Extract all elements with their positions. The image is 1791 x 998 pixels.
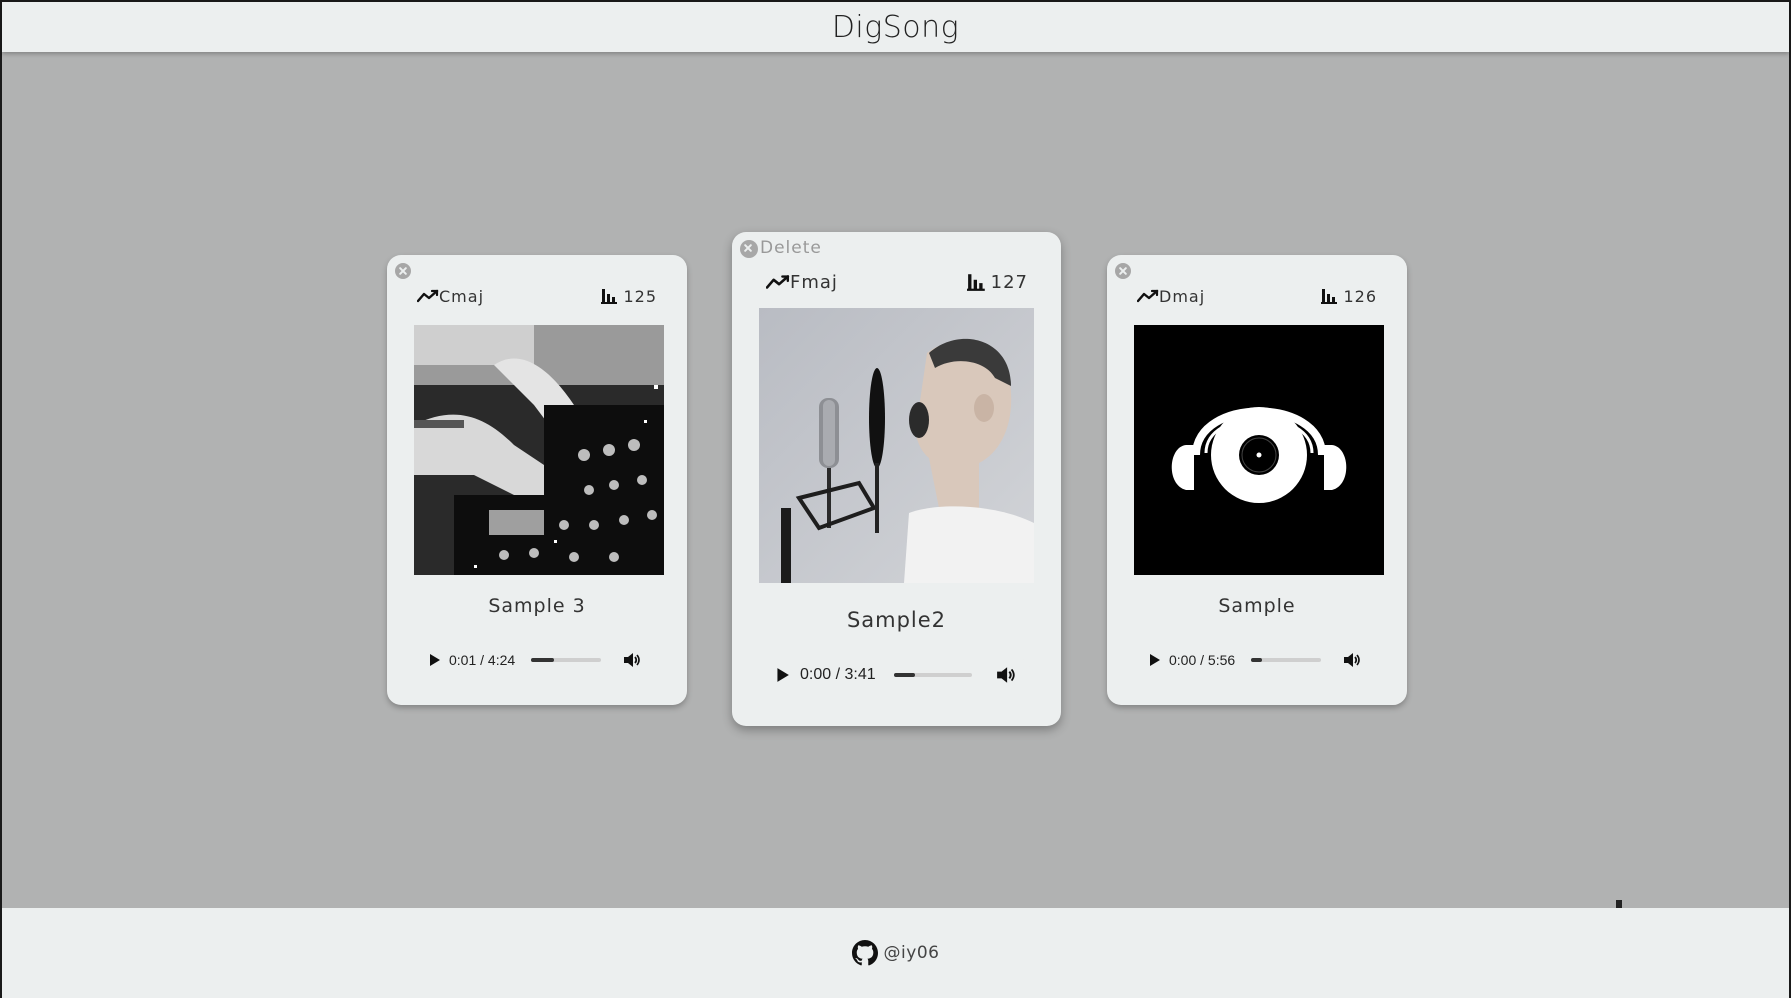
key-trend-icon	[766, 275, 790, 289]
app-header: DigSong	[2, 2, 1789, 52]
card-meta: Cmaj 125	[417, 285, 657, 307]
play-icon[interactable]	[774, 667, 790, 683]
song-card: Delete Fmaj 127 Sample2 0:00 / 3:41	[732, 232, 1061, 726]
github-icon[interactable]	[851, 940, 878, 966]
song-bpm: 127	[990, 271, 1028, 293]
song-key: Fmaj	[790, 271, 838, 293]
cover-image-dj-mixer	[414, 325, 664, 575]
song-title: Sample 3	[488, 595, 586, 617]
volume-icon[interactable]	[623, 652, 641, 668]
close-circle-icon[interactable]	[395, 263, 411, 279]
bpm-info: 127	[966, 271, 1028, 293]
key-info: Dmaj	[1137, 287, 1205, 306]
progress-slider[interactable]	[1251, 658, 1322, 662]
play-icon[interactable]	[427, 653, 441, 667]
song-bpm: 125	[623, 286, 657, 306]
progress-slider[interactable]	[531, 658, 602, 662]
app-title: DigSong	[831, 9, 960, 45]
progress-fill	[531, 658, 554, 662]
time-display: 0:01 / 4:24	[449, 652, 516, 668]
song-key: Cmaj	[439, 286, 485, 306]
audio-player: 0:01 / 4:24	[415, 643, 659, 677]
github-handle[interactable]: @iy06	[884, 943, 940, 963]
key-info: Fmaj	[766, 272, 838, 293]
bpm-info: 125	[601, 287, 657, 306]
play-icon[interactable]	[1147, 653, 1161, 667]
key-trend-icon	[417, 289, 439, 303]
card-meta: Dmaj 126	[1137, 285, 1377, 307]
song-key: Dmaj	[1159, 286, 1206, 306]
app-footer: @iy06	[2, 908, 1789, 998]
song-grid: Cmaj 125 Sample 3 0:01 / 4:24 Delete Fma…	[2, 52, 1789, 948]
progress-fill	[1251, 658, 1262, 662]
time-display: 0:00 / 3:41	[800, 666, 876, 683]
progress-slider[interactable]	[893, 673, 972, 677]
delete-button[interactable]: Delete	[760, 238, 822, 258]
volume-icon[interactable]	[1343, 652, 1361, 668]
song-card: Dmaj 126 Sample 0:00 / 5:56	[1107, 255, 1407, 705]
key-info: Cmaj	[417, 287, 484, 306]
song-title: Sample2	[846, 608, 947, 632]
close-circle-icon[interactable]	[1115, 263, 1131, 279]
audio-player: 0:00 / 5:56	[1135, 643, 1379, 677]
close-circle-icon[interactable]	[740, 240, 758, 258]
bar-chart-icon	[966, 274, 985, 291]
song-bpm: 126	[1343, 286, 1377, 306]
bpm-info: 126	[1321, 287, 1377, 306]
song-title: Sample	[1218, 595, 1296, 617]
time-display: 0:00 / 5:56	[1169, 652, 1236, 668]
cover-image-headphones-logo	[1134, 325, 1384, 575]
progress-fill	[893, 673, 916, 677]
song-card: Cmaj 125 Sample 3 0:01 / 4:24	[387, 255, 687, 705]
volume-icon[interactable]	[996, 666, 1016, 684]
key-trend-icon	[1137, 289, 1159, 303]
cover-image-boy-singing	[759, 308, 1034, 583]
audio-player: 0:00 / 3:41	[762, 656, 1032, 694]
card-meta: Fmaj 127	[766, 270, 1028, 294]
bar-chart-icon	[601, 289, 618, 304]
bar-chart-icon	[1321, 289, 1338, 304]
